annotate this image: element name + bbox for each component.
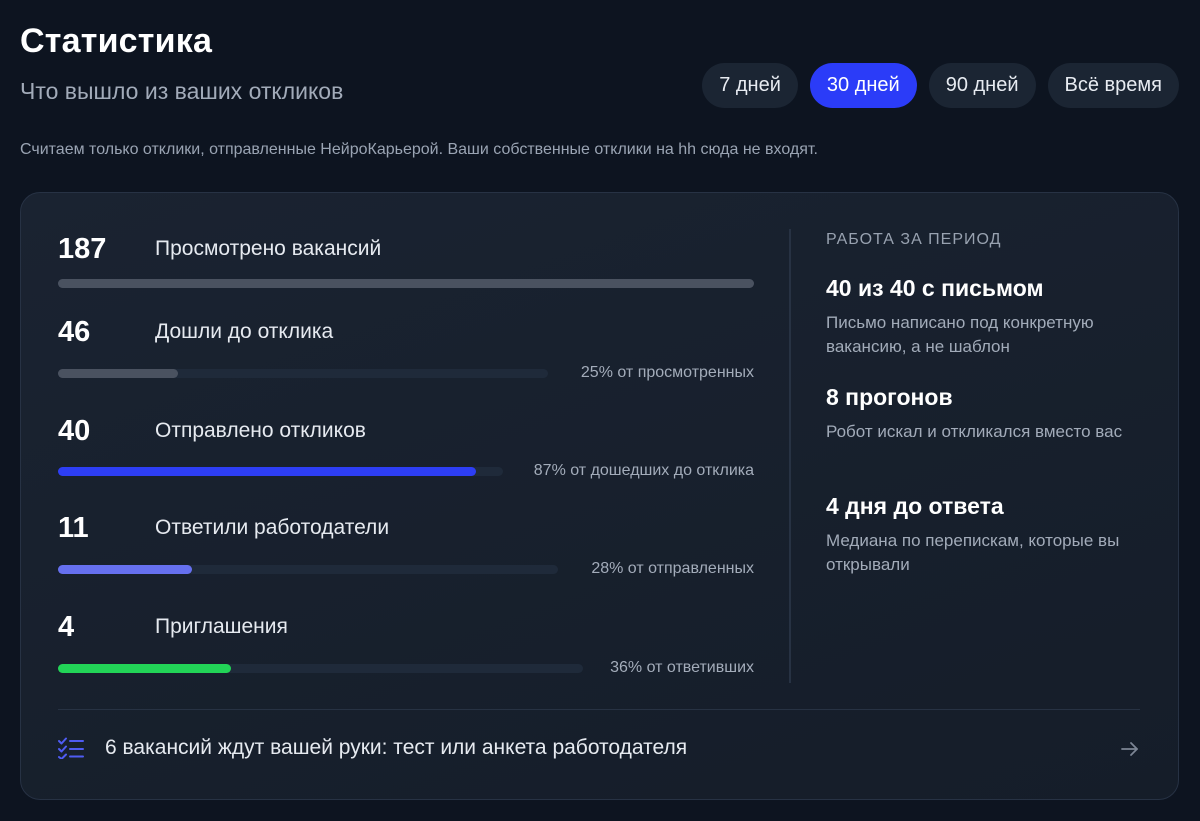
stat-description: Медиана по перепискам, которые вы открыв… bbox=[826, 531, 1120, 574]
metric-label: Дошли до отклика bbox=[155, 320, 334, 343]
metric-value: 4 bbox=[58, 611, 75, 643]
metric-invitations: 4 Приглашения 36% от ответивших bbox=[58, 611, 754, 701]
metric-replied: 11 Ответили работодатели 28% от отправле… bbox=[58, 512, 754, 602]
arrow-right-icon bbox=[1121, 742, 1138, 756]
metric-value: 46 bbox=[58, 316, 91, 348]
metric-track bbox=[58, 369, 548, 378]
metric-label: Ответили работодатели bbox=[155, 516, 390, 539]
metric-label: Приглашения bbox=[155, 615, 288, 638]
pending-tasks-link[interactable]: 6 вакансий ждут вашей руки: тест или анк… bbox=[58, 709, 1140, 787]
stat-response-time: 4 дня до ответа Медиана по перепискам, к… bbox=[826, 493, 1146, 577]
period-all-time[interactable]: Всё время bbox=[1047, 63, 1179, 108]
metric-percent: 36% от ответивших bbox=[610, 659, 754, 676]
vertical-divider bbox=[789, 229, 791, 683]
stat-letters: 40 из 40 с письмом Письмо написано под к… bbox=[826, 275, 1146, 359]
stat-title: 40 из 40 с письмом bbox=[826, 275, 1044, 301]
metric-fill bbox=[58, 664, 231, 673]
metric-track bbox=[58, 664, 583, 673]
stat-description: Робот искал и откликался вместо вас bbox=[826, 422, 1123, 441]
metric-fill bbox=[58, 467, 476, 476]
metric-percent: 28% от отправленных bbox=[591, 560, 754, 577]
metric-viewed: 187 Просмотрено вакансий bbox=[58, 233, 754, 323]
period-selector: 7 дней 30 дней 90 дней Всё время bbox=[702, 63, 1179, 108]
metric-fill bbox=[58, 369, 178, 378]
metric-percent: 87% от дошедших до отклика bbox=[533, 462, 754, 479]
metric-reached: 46 Дошли до отклика 25% от просмотренных bbox=[58, 316, 754, 406]
stat-title: 8 прогонов bbox=[826, 384, 953, 410]
metric-track bbox=[58, 565, 558, 574]
metric-track bbox=[58, 279, 754, 288]
metric-fill bbox=[58, 279, 754, 288]
metric-label: Просмотрено вакансий bbox=[155, 237, 382, 260]
stat-runs: 8 прогонов Робот искал и откликался вмес… bbox=[826, 384, 1146, 444]
metric-fill bbox=[58, 565, 192, 574]
metric-value: 11 bbox=[58, 512, 89, 544]
period-7-days[interactable]: 7 дней bbox=[702, 63, 798, 108]
metric-sent: 40 Отправлено откликов 87% от дошедших д… bbox=[58, 415, 754, 505]
metric-track bbox=[58, 467, 503, 476]
checklist-icon bbox=[58, 737, 84, 759]
stats-card: 187 Просмотрено вакансий 46 Дошли до отк… bbox=[20, 192, 1179, 800]
stat-title: 4 дня до ответа bbox=[826, 493, 1004, 519]
info-note: Считаем только отклики, отправленные Ней… bbox=[20, 141, 818, 158]
page-subtitle: Что вышло из ваших откликов bbox=[20, 78, 344, 104]
period-90-days[interactable]: 90 дней bbox=[928, 63, 1036, 108]
stat-description: Письмо написано под конкретную вакансию,… bbox=[826, 313, 1094, 356]
metric-percent: 25% от просмотренных bbox=[580, 364, 754, 381]
page-title: Статистика bbox=[20, 22, 213, 60]
period-30-days[interactable]: 30 дней bbox=[809, 63, 917, 108]
panel-heading: РАБОТА ЗА ПЕРИОД bbox=[826, 231, 1002, 248]
metric-label: Отправлено откликов bbox=[155, 419, 366, 442]
metric-value: 40 bbox=[58, 415, 91, 447]
metric-value: 187 bbox=[58, 233, 107, 265]
pending-tasks-text: 6 вакансий ждут вашей руки: тест или анк… bbox=[105, 736, 688, 759]
